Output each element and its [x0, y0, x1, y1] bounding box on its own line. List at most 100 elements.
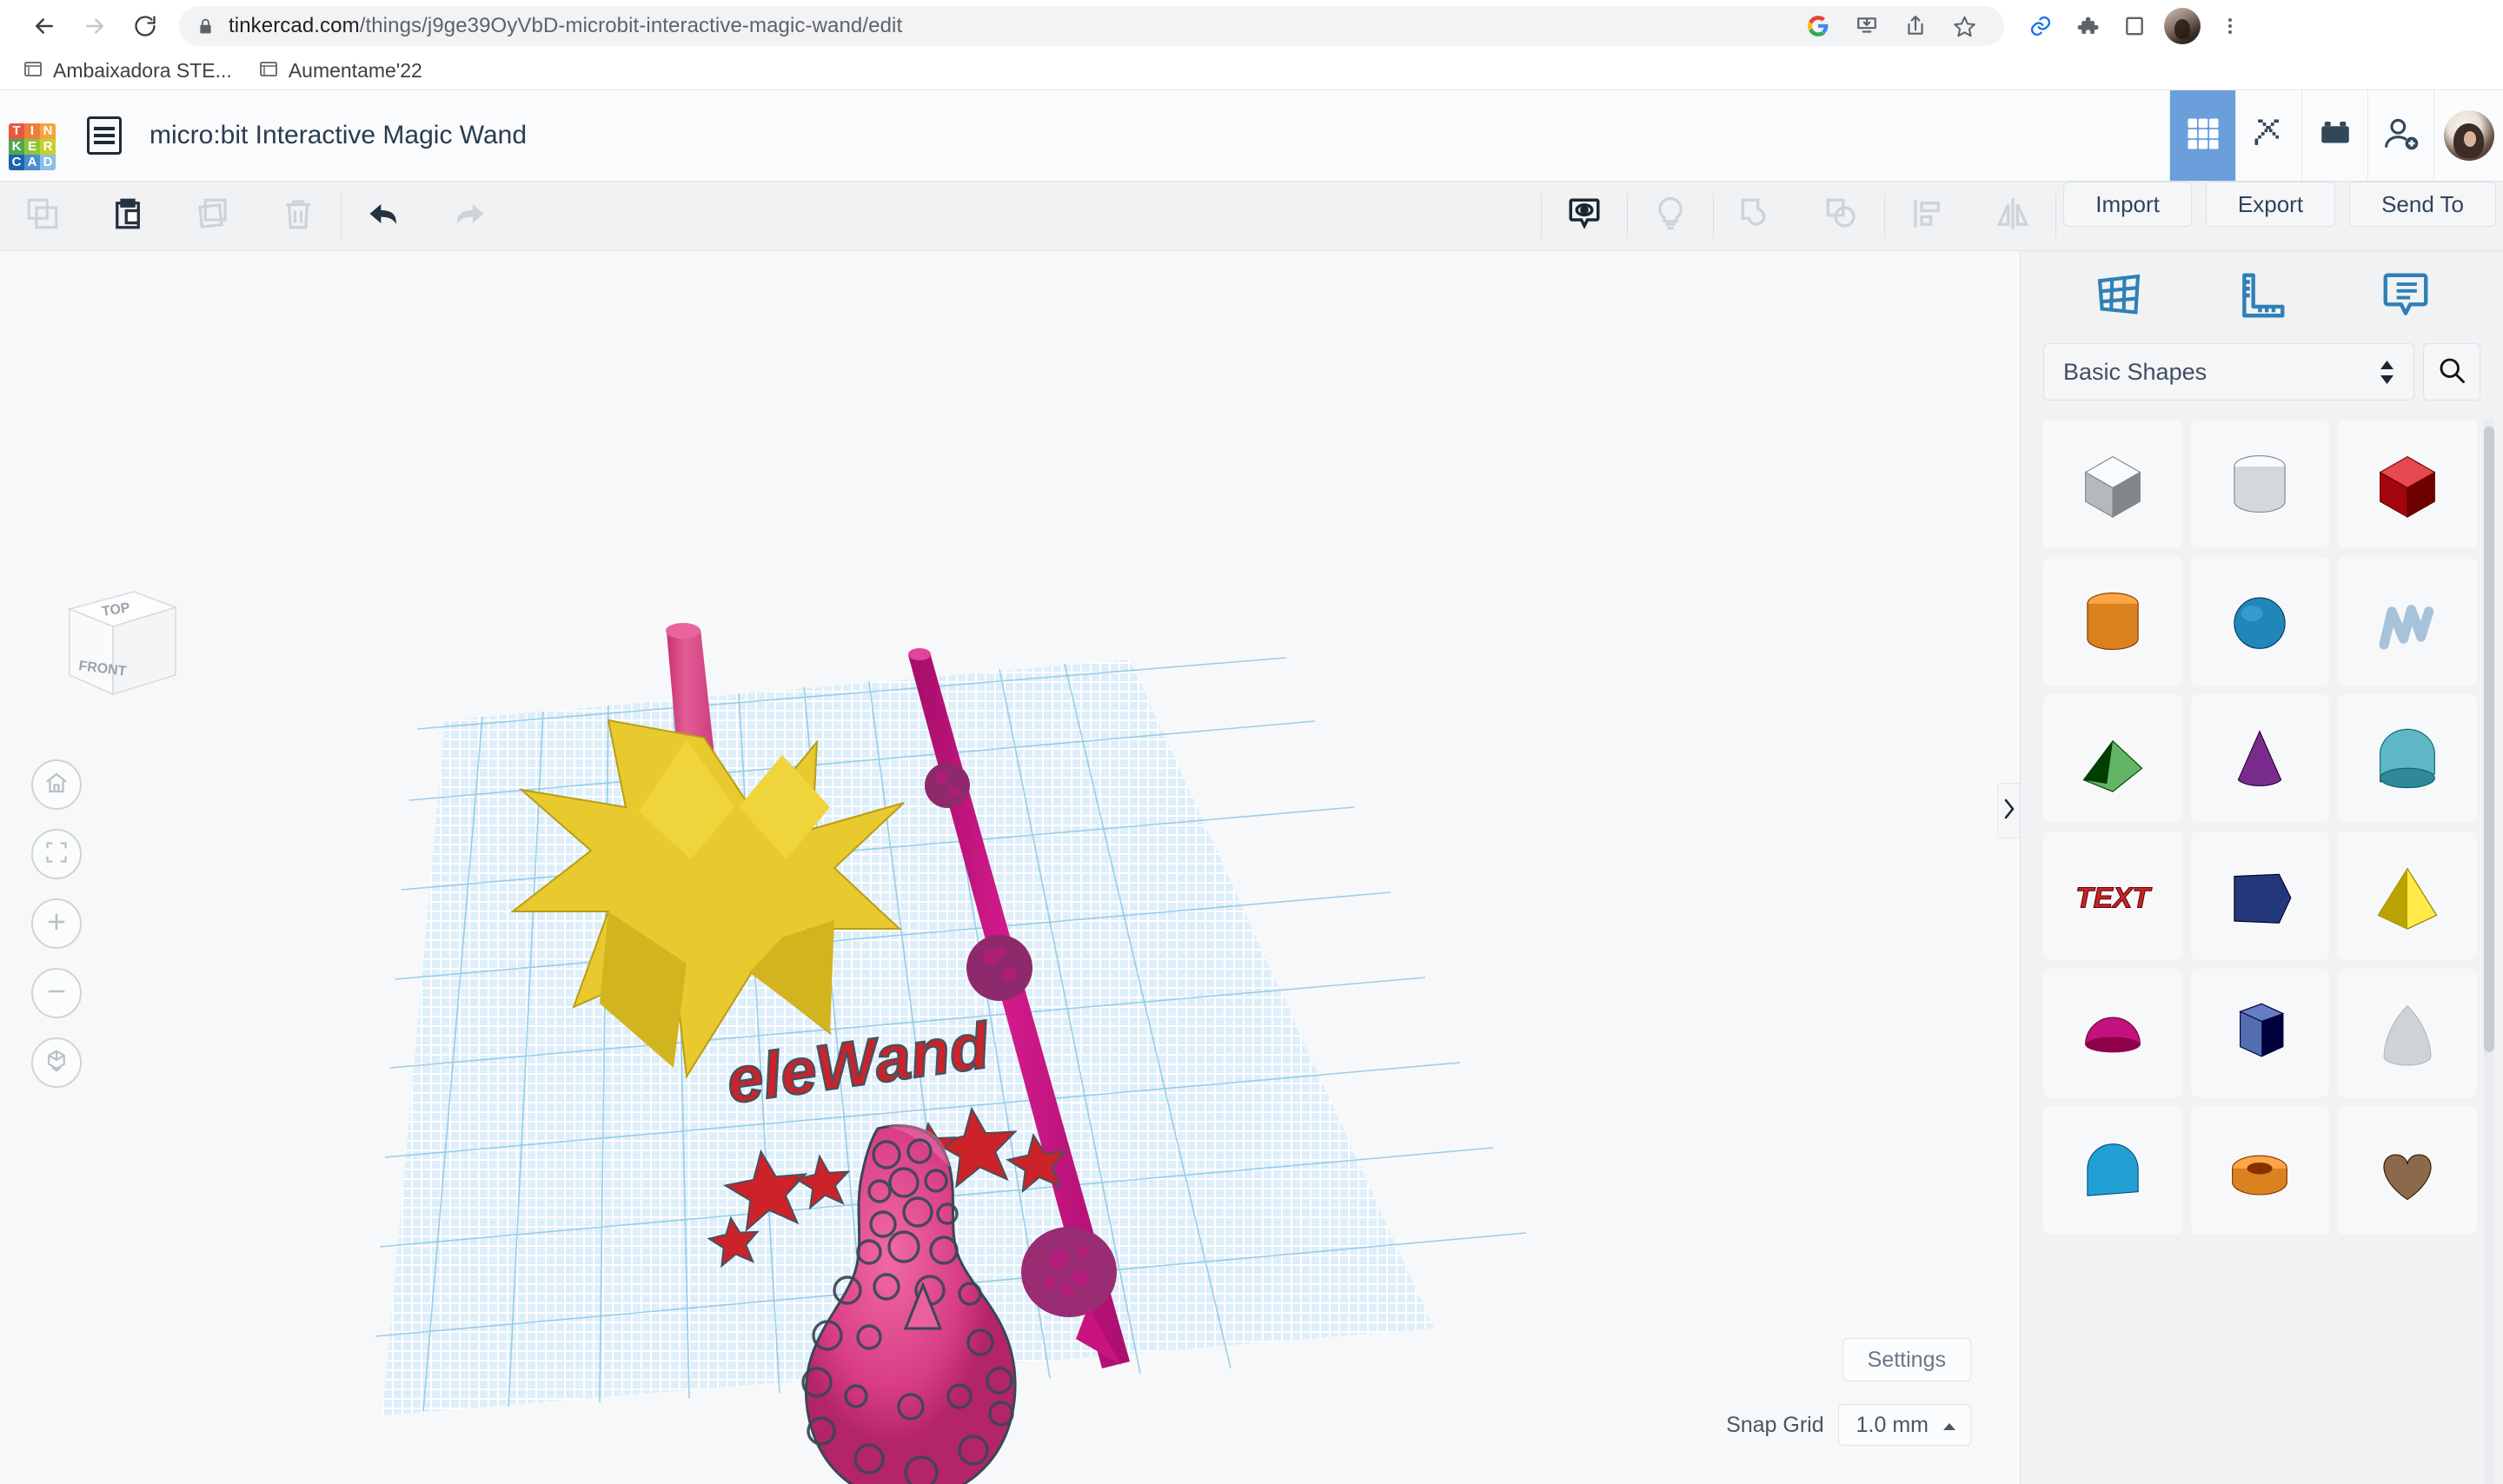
- chevron-right-icon: [2002, 798, 2015, 825]
- logo-tile-8: D: [40, 154, 56, 170]
- highlight-button[interactable]: [1628, 182, 1713, 251]
- view-cube[interactable]: TOP FRONT: [45, 573, 184, 720]
- snap-grid-control: Snap Grid 1.0 mm: [1726, 1404, 1971, 1446]
- shape-item-box[interactable]: [2338, 420, 2477, 548]
- shape-item-round-roof[interactable]: [2043, 1106, 2182, 1235]
- shape-item-sphere[interactable]: [2190, 557, 2330, 686]
- design-canvas[interactable]: eleWand TOP FRONT Settings Snap Grid 1.0…: [0, 251, 2020, 1484]
- duplicate-button[interactable]: [170, 182, 256, 251]
- tab-invite-people[interactable]: [2367, 90, 2433, 181]
- show-hide-button[interactable]: [1542, 182, 1627, 251]
- half-cylinder-thumbnail: [2380, 728, 2436, 789]
- send-to-button[interactable]: Send To: [2349, 182, 2496, 227]
- logo-tile-1: I: [24, 123, 40, 139]
- paste-icon: [110, 195, 146, 236]
- forward-button[interactable]: [70, 1, 120, 51]
- shape-item-hex-prism[interactable]: [2190, 969, 2330, 1097]
- tinkercad-logo[interactable]: T I N K E R C A D: [9, 123, 56, 170]
- share-icon[interactable]: [1893, 3, 1938, 49]
- install-app-icon[interactable]: [1844, 3, 1889, 49]
- plus-icon: [44, 910, 69, 938]
- panel-collapse-handle[interactable]: [1997, 783, 2020, 838]
- copy-button[interactable]: [0, 182, 85, 251]
- lightbulb-icon: [1652, 195, 1689, 236]
- shape-item-cylinder[interactable]: [2043, 557, 2182, 686]
- paste-button[interactable]: [85, 182, 170, 251]
- align-icon: [1909, 195, 1946, 236]
- export-button[interactable]: Export: [2205, 182, 2336, 227]
- cylinder-hole-thumbnail: [2234, 454, 2287, 513]
- shape-library-dropdown[interactable]: Basic Shapes: [2043, 343, 2414, 401]
- fit-view-icon: [44, 840, 69, 869]
- address-bar[interactable]: tinkercad.com/things/j9ge39OyVbD-microbi…: [179, 6, 2004, 46]
- canvas-nav-buttons: [31, 759, 82, 1088]
- shape-item-heart[interactable]: [2338, 1106, 2477, 1235]
- roof-thumbnail: [2082, 740, 2143, 792]
- shapes-list[interactable]: TEXT: [2021, 420, 2503, 1484]
- ortho-perspective-toggle[interactable]: [31, 1037, 82, 1088]
- back-button[interactable]: [19, 1, 70, 51]
- browser-extension-icons: [2018, 3, 2253, 49]
- stepper-arrows-icon: [2380, 360, 2394, 385]
- bookmark-label: Ambaixadora STE...: [53, 59, 232, 82]
- search-shapes-button[interactable]: [2423, 343, 2480, 401]
- shape-item-cone[interactable]: [2190, 694, 2330, 823]
- fit-to-view-button[interactable]: [31, 829, 82, 879]
- search-icon: [2436, 354, 2467, 390]
- undo-button[interactable]: [342, 182, 427, 251]
- shape-library-selector: Basic Shapes: [2021, 343, 2503, 420]
- bookmark-item-1[interactable]: Aumentame'22: [258, 58, 422, 83]
- zoom-out-button[interactable]: [31, 968, 82, 1018]
- shapes-scrollbar-thumb[interactable]: [2484, 427, 2494, 1052]
- mirror-button[interactable]: [1970, 182, 2055, 251]
- shape-item-text[interactable]: TEXT: [2043, 831, 2182, 960]
- sidebar-panel-icon[interactable]: [2112, 3, 2157, 49]
- shape-item-paraboloid[interactable]: [2338, 969, 2477, 1097]
- logo-tile-0: T: [9, 123, 24, 139]
- tab-minecraft[interactable]: [2235, 90, 2301, 181]
- bookmark-item-0[interactable]: Ambaixadora STE...: [23, 58, 232, 83]
- shape-item-half-sphere[interactable]: [2043, 969, 2182, 1097]
- shape-item-box-hole[interactable]: [2043, 420, 2182, 548]
- shape-item-polygon[interactable]: [2190, 831, 2330, 960]
- delete-button[interactable]: [256, 182, 341, 251]
- user-avatar[interactable]: [2433, 90, 2503, 181]
- align-button[interactable]: [1885, 182, 1970, 251]
- logo-tile-7: A: [24, 154, 40, 170]
- ruler-tool-button[interactable]: [2223, 262, 2301, 332]
- browser-profile-avatar[interactable]: [2164, 8, 2201, 44]
- notes-tool-button[interactable]: [2367, 262, 2445, 332]
- shape-item-scribble[interactable]: [2338, 557, 2477, 686]
- snap-grid-select[interactable]: 1.0 mm: [1837, 1404, 1971, 1446]
- redo-button[interactable]: [427, 182, 512, 251]
- puzzle-extension-icon[interactable]: [2065, 3, 2110, 49]
- 3d-scene[interactable]: eleWand: [0, 251, 2020, 1484]
- cube-projection-icon: [43, 1048, 70, 1078]
- shape-item-tube[interactable]: [2190, 1106, 2330, 1235]
- snap-grid-value: 1.0 mm: [1856, 1412, 1929, 1437]
- tab-blocks[interactable]: [2301, 90, 2367, 181]
- panel-tool-tabs: [2021, 251, 2503, 343]
- workplane-tool-button[interactable]: [2080, 262, 2158, 332]
- kebab-menu-icon[interactable]: [2208, 3, 2253, 49]
- reload-button[interactable]: [120, 1, 170, 51]
- shape-item-pyramid[interactable]: [2338, 831, 2477, 960]
- shape-item-roof[interactable]: [2043, 694, 2182, 823]
- half-sphere-thumbnail: [2084, 1017, 2141, 1053]
- settings-button[interactable]: Settings: [1842, 1338, 1971, 1381]
- document-list-icon[interactable]: [87, 116, 122, 155]
- home-view-button[interactable]: [31, 759, 82, 810]
- shape-item-cylinder-hole[interactable]: [2190, 420, 2330, 548]
- ungroup-button[interactable]: [1799, 182, 1884, 251]
- google-icon[interactable]: [1796, 3, 1841, 49]
- bookmark-star-icon[interactable]: [1942, 3, 1987, 49]
- lock-icon: [196, 17, 215, 36]
- group-button[interactable]: [1714, 182, 1799, 251]
- shape-item-half-cylinder[interactable]: [2338, 694, 2477, 823]
- link-icon[interactable]: [2018, 3, 2063, 49]
- import-button[interactable]: Import: [2063, 182, 2192, 227]
- zoom-in-button[interactable]: [31, 898, 82, 949]
- url-domain: tinkercad.com: [229, 14, 360, 37]
- tab-3d-design[interactable]: [2169, 90, 2235, 181]
- duplicate-icon: [195, 195, 231, 236]
